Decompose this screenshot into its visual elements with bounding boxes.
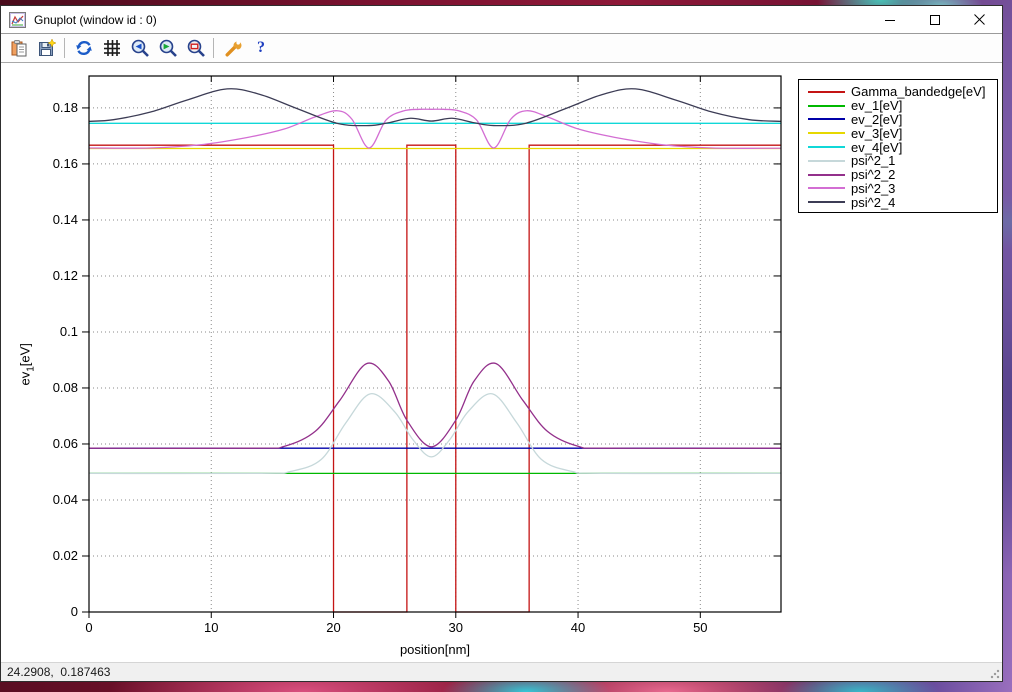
zoom-region-icon — [187, 39, 206, 58]
toolbar: ? — [1, 34, 1002, 63]
y-tick-label: 0.16 — [53, 156, 78, 171]
legend-item: ev_1[eV] — [799, 99, 997, 113]
series-psi^2_1 — [89, 394, 781, 474]
y-tick-label: 0.14 — [53, 212, 78, 227]
x-tick-label: 10 — [204, 620, 218, 635]
legend-item: ev_4[eV] — [799, 140, 997, 154]
y-tick-label: 0 — [71, 604, 78, 619]
legend-line-sample — [808, 91, 845, 93]
legend: Gamma_bandedge[eV]ev_1[eV]ev_2[eV]ev_3[e… — [798, 79, 998, 213]
save-button[interactable] — [34, 36, 60, 60]
zoom-previous-icon — [131, 39, 150, 58]
toolbar-separator — [213, 38, 214, 58]
maximize-button[interactable] — [912, 6, 957, 33]
series-psi^2_2 — [89, 363, 781, 448]
y-tick-label: 0.04 — [53, 492, 78, 507]
legend-label: psi^2_3 — [851, 182, 895, 195]
wrench-icon — [224, 39, 243, 58]
y-axis-title: ev1[eV] — [18, 304, 37, 424]
x-tick-label: 20 — [326, 620, 340, 635]
legend-item: ev_3[eV] — [799, 126, 997, 140]
legend-line-sample — [808, 174, 845, 176]
zoom-previous-button[interactable] — [127, 36, 153, 60]
y-tick-label: 0.1 — [60, 324, 78, 339]
desktop-background: { "window": { "title": "Gnuplot (window … — [0, 0, 1012, 692]
legend-line-sample — [808, 201, 845, 203]
copy-to-clipboard-button[interactable] — [6, 36, 32, 60]
legend-line-sample — [808, 146, 845, 148]
replot-icon — [75, 39, 93, 57]
legend-item: psi^2_4 — [799, 195, 997, 209]
legend-label: psi^2_4 — [851, 196, 895, 209]
help-icon: ? — [257, 39, 265, 57]
gnuplot-app-icon[interactable] — [9, 12, 26, 28]
legend-line-sample — [808, 187, 845, 189]
zoom-next-icon — [159, 39, 178, 58]
grid-icon — [103, 39, 121, 57]
y-tick-label: 0.06 — [53, 436, 78, 451]
legend-item: psi^2_1 — [799, 154, 997, 168]
series-Gamma_bandedge[eV] — [89, 145, 781, 612]
zoom-next-button[interactable] — [155, 36, 181, 60]
legend-line-sample — [808, 105, 845, 107]
toolbar-separator — [64, 38, 65, 58]
close-icon — [973, 13, 986, 26]
title-bar[interactable]: Gnuplot (window id : 0) — [1, 6, 1002, 34]
series-psi^2_4 — [89, 89, 781, 126]
cursor-coordinates: 24.2908, 0.187463 — [7, 665, 110, 679]
series-psi^2_3 — [89, 109, 781, 148]
legend-label: ev_3[eV] — [851, 127, 902, 140]
gnuplot-window: Gnuplot (window id : 0) — [0, 5, 1003, 682]
x-tick-label: 30 — [449, 620, 463, 635]
legend-item: psi^2_2 — [799, 168, 997, 182]
plot-frame — [89, 76, 781, 612]
y-tick-label: 0.02 — [53, 548, 78, 563]
x-tick-label: 40 — [571, 620, 585, 635]
maximize-icon — [929, 14, 941, 26]
settings-button[interactable] — [220, 36, 246, 60]
x-tick-label: 50 — [693, 620, 707, 635]
plot-canvas: 0 10 20 30 40 50 0 0.02 0.04 0.06 0.08 0.1 0.12 0.14 0… — [1, 63, 1002, 664]
legend-item: ev_2[eV] — [799, 113, 997, 127]
status-bar: 24.2908, 0.187463 — [1, 662, 1002, 681]
legend-item: psi^2_3 — [799, 182, 997, 196]
save-icon — [38, 39, 56, 57]
legend-label: Gamma_bandedge[eV] — [851, 85, 985, 98]
y-tick-label: 0.08 — [53, 380, 78, 395]
y-tick-label: 0.12 — [53, 268, 78, 283]
x-axis-title: position[nm] — [400, 642, 470, 657]
zoom-region-button[interactable] — [183, 36, 209, 60]
minimize-button[interactable] — [867, 6, 912, 33]
grid-button[interactable] — [99, 36, 125, 60]
legend-label: ev_1[eV] — [851, 99, 902, 112]
legend-label: psi^2_1 — [851, 154, 895, 167]
resize-grip[interactable] — [990, 669, 1000, 679]
legend-label: psi^2_2 — [851, 168, 895, 181]
window-title: Gnuplot (window id : 0) — [34, 13, 157, 27]
close-button[interactable] — [957, 6, 1002, 33]
y-tick-label: 0.18 — [53, 100, 78, 115]
copy-to-clipboard-icon — [10, 39, 28, 57]
minimize-icon — [884, 14, 896, 26]
legend-item: Gamma_bandedge[eV] — [799, 85, 997, 99]
replot-button[interactable] — [71, 36, 97, 60]
legend-line-sample — [808, 160, 845, 162]
legend-line-sample — [808, 132, 845, 134]
legend-line-sample — [808, 118, 845, 120]
help-button[interactable]: ? — [248, 36, 274, 60]
legend-label: ev_4[eV] — [851, 141, 902, 154]
legend-label: ev_2[eV] — [851, 113, 902, 126]
x-tick-label: 0 — [85, 620, 92, 635]
